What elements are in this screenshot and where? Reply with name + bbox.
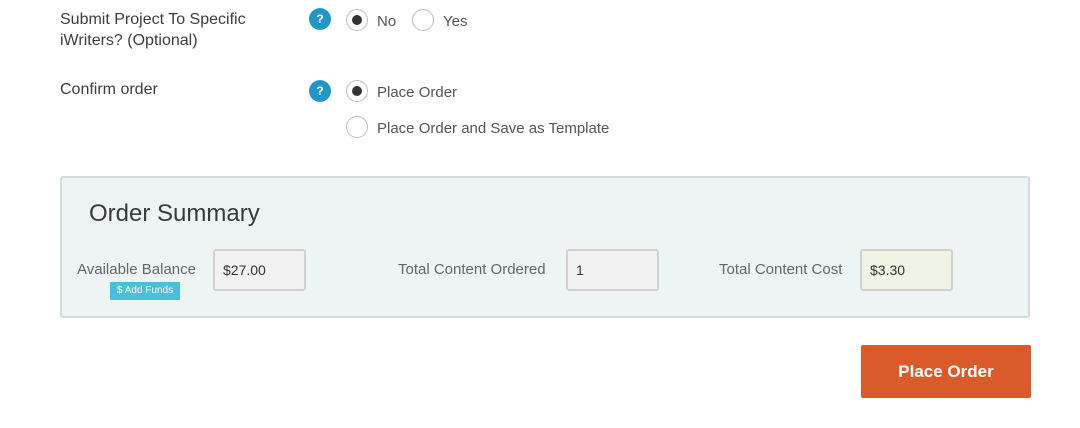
total-content-cost-field: $3.30 xyxy=(860,249,953,291)
submit-writers-help-icon[interactable]: ? xyxy=(309,8,331,30)
radio-place-order-save-template-label[interactable]: Place Order and Save as Template xyxy=(377,119,609,139)
radio-submit-writers-no-label[interactable]: No xyxy=(377,12,396,32)
place-order-button[interactable]: Place Order xyxy=(861,345,1031,398)
order-summary-title: Order Summary xyxy=(89,200,260,227)
confirm-order-label: Confirm order xyxy=(60,81,158,98)
total-content-ordered-label: Total Content Ordered xyxy=(398,261,546,278)
radio-submit-writers-yes[interactable] xyxy=(412,9,434,31)
radio-submit-writers-yes-label[interactable]: Yes xyxy=(443,12,467,32)
confirm-order-help-icon[interactable]: ? xyxy=(309,80,331,102)
radio-place-order-save-template[interactable] xyxy=(346,116,368,138)
order-summary-panel xyxy=(60,176,1030,318)
radio-submit-writers-no[interactable] xyxy=(346,9,368,31)
available-balance-field: $27.00 xyxy=(213,249,306,291)
radio-place-order-label[interactable]: Place Order xyxy=(377,83,457,103)
available-balance-label: Available Balance xyxy=(77,261,196,278)
total-content-ordered-field: 1 xyxy=(566,249,659,291)
submit-writers-label: Submit Project To Specific iWriters? (Op… xyxy=(60,11,246,49)
total-content-cost-label: Total Content Cost xyxy=(719,261,843,278)
add-funds-button[interactable]: $ Add Funds xyxy=(110,282,180,300)
order-form: Submit Project To Specific iWriters? (Op… xyxy=(0,0,1080,428)
radio-place-order[interactable] xyxy=(346,80,368,102)
